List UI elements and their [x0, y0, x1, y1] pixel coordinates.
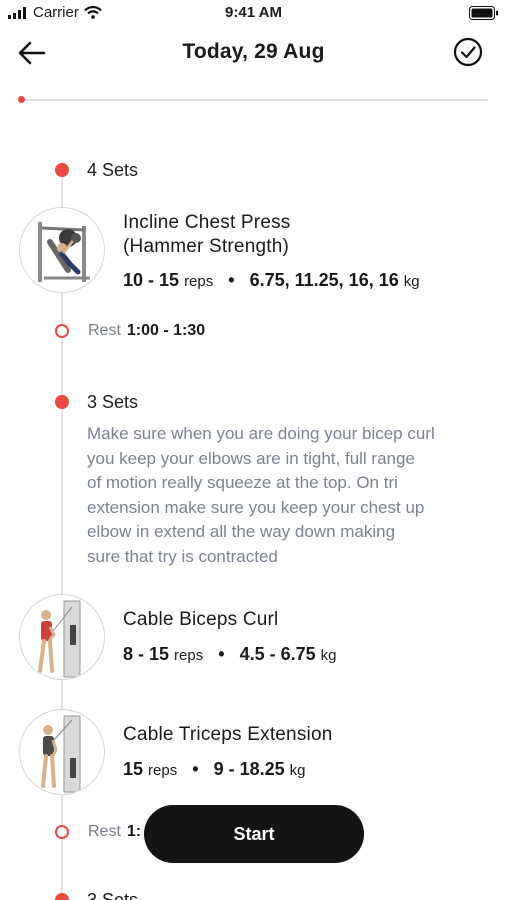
exercise-name[interactable]: Cable Biceps Curl: [123, 608, 278, 632]
note-line: you keep your elbows are in tight, full …: [87, 448, 415, 468]
exercise-thumbnail[interactable]: [19, 709, 105, 795]
exercise-detail: 10 - 15 reps • 6.75, 11.25, 16, 16 kg: [123, 270, 420, 291]
sets-marker: [55, 395, 69, 409]
sets-label: 3 Sets: [87, 890, 139, 900]
note-line: sure that try is contracted: [87, 546, 278, 566]
note-line: elbow in extend all the way down making: [87, 522, 396, 541]
weight-unit: kg: [320, 647, 337, 664]
weight-unit: kg: [289, 762, 306, 779]
status-time: 9:41 AM: [225, 4, 282, 21]
rest-row[interactable]: Rest 1:: [88, 823, 141, 841]
exercise-detail: 15 reps • 9 - 18.25 kg: [123, 759, 306, 780]
rest-marker: [55, 324, 69, 338]
exercise-thumbnail[interactable]: [19, 207, 105, 293]
weight-value: 6.75, 11.25, 16, 16: [249, 270, 399, 290]
rest-label: Rest: [88, 322, 121, 339]
rest-marker: [55, 825, 69, 839]
note-line: Make sure when you are doing your bicep …: [87, 424, 435, 443]
weight-value: 9 - 18.25: [213, 759, 285, 779]
cable-triceps-illustration: [41, 715, 81, 793]
sets-marker: [55, 163, 69, 177]
exercise-name[interactable]: Incline Chest Press (Hammer Strength): [123, 211, 290, 259]
note-line: of motion really squeeze at the top. On …: [87, 473, 398, 492]
progress-indicator: [18, 96, 25, 103]
weight-unit: kg: [403, 273, 420, 290]
block-note: Make sure when you are doing your bicep …: [87, 422, 487, 569]
check-circle-icon[interactable]: [453, 37, 483, 67]
incline-press-illustration: [38, 222, 90, 282]
exercise-thumbnail[interactable]: [19, 594, 105, 680]
rest-value: 1:: [126, 823, 142, 840]
reps-unit: reps: [184, 273, 214, 290]
rest-label: Rest: [88, 823, 121, 840]
reps-unit: reps: [174, 647, 204, 664]
status-bar: Carrier 9:41 AM: [0, 0, 507, 26]
weight-value: 4.5 - 6.75: [239, 644, 316, 664]
separator: •: [218, 644, 225, 664]
header: Today, 29 Aug: [0, 26, 507, 82]
battery-icon: [469, 6, 498, 20]
cable-curl-illustration: [38, 600, 81, 678]
rest-row[interactable]: Rest 1:00 - 1:30: [88, 322, 205, 340]
rest-value: 1:00 - 1:30: [126, 322, 206, 339]
exercise-name-line: Incline Chest Press: [123, 212, 291, 233]
exercise-name[interactable]: Cable Triceps Extension: [123, 723, 332, 747]
exercise-name-line: (Hammer Strength): [123, 236, 289, 257]
sets-label: 3 Sets: [87, 392, 139, 412]
page-title: Today, 29 Aug: [182, 40, 325, 63]
note-line: extension make sure you keep your chest …: [87, 497, 425, 517]
sets-marker: [55, 893, 69, 900]
separator: •: [192, 759, 199, 779]
separator: •: [228, 270, 235, 290]
sets-label: 4 Sets: [87, 160, 139, 180]
exercise-detail: 8 - 15 reps • 4.5 - 6.75 kg: [123, 644, 337, 665]
reps-value: 10 - 15: [123, 270, 180, 290]
reps-value: 15: [123, 759, 144, 779]
start-button[interactable]: Start: [144, 805, 364, 863]
reps-value: 8 - 15: [123, 644, 170, 664]
progress-track: [20, 99, 488, 101]
reps-unit: reps: [148, 762, 178, 779]
